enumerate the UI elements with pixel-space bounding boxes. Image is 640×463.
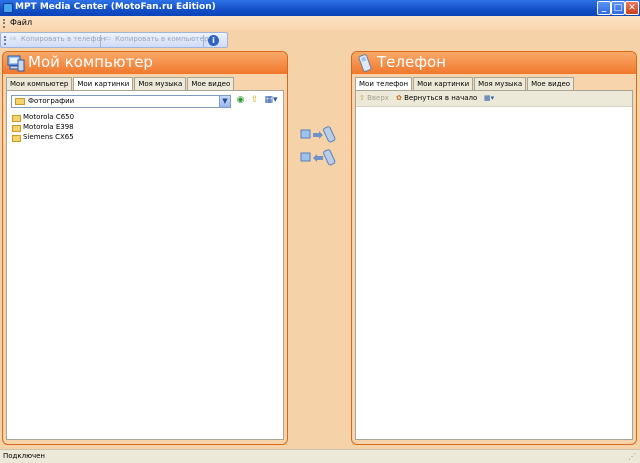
info-icon[interactable]: i [208, 35, 219, 46]
folder-icon [12, 135, 21, 142]
menu-grip-icon [3, 19, 5, 28]
path-value: Фотографии [28, 97, 75, 105]
computer-file-browser: Фотографии ▼ ◉ ⇧ ▦▾ Motorola C650 Motoro… [6, 90, 284, 440]
tab-my-pictures[interactable]: Мои картинки [73, 77, 134, 91]
toolbar-grip-icon [4, 36, 6, 45]
minimize-button[interactable]: _ [597, 1, 611, 15]
tab-my-computer[interactable]: Мои компьютер [6, 77, 73, 90]
return-home-button[interactable]: ✿ Вернуться в начало [396, 94, 477, 102]
status-bar: Подключен ⋰ [0, 449, 640, 463]
computer-icon [7, 55, 25, 72]
menu-bar: Файл [0, 16, 640, 30]
toolbar-divider [203, 35, 204, 47]
arrow-left-icon: ⇦ [104, 34, 111, 43]
view-mode-icon[interactable]: ▦▾ [484, 94, 494, 102]
up-label: Вверх [367, 94, 389, 102]
tab-my-music[interactable]: Моя музыка [134, 77, 187, 90]
computer-panel: Мой компьютер Мои компьютер Мои картинки… [2, 51, 288, 445]
transfer-to-phone-button[interactable] [300, 126, 338, 144]
transfer-to-computer-button[interactable] [300, 149, 338, 167]
phone-panel-header: Телефон [352, 52, 636, 74]
menu-file[interactable]: Файл [10, 18, 32, 27]
phone-panel-title: Телефон [377, 53, 447, 71]
arrow-right-icon: ⇨ [10, 34, 17, 43]
copy-to-computer-button[interactable]: ⇦ Копировать в компьютер [104, 35, 209, 46]
folder-name: Motorola C650 [23, 113, 75, 121]
view-mode-icon[interactable]: ▦▾ [263, 95, 279, 106]
title-bar: MPT Media Center (MotoFan.ru Edition) _ … [0, 0, 640, 16]
computer-panel-header: Мой компьютер [3, 52, 287, 74]
main-toolbar: ⇨ Копировать в телефон ⇦ Копировать в комп… [0, 32, 228, 48]
path-select[interactable]: Фотографии ▼ [11, 95, 231, 108]
status-text: Подключен [3, 452, 45, 460]
folder-name: Motorola E398 [23, 123, 74, 131]
computer-tabs: Мои компьютер Мои картинки Моя музыка Мо… [6, 77, 235, 91]
app-icon [3, 3, 13, 13]
up-folder-icon[interactable]: ⇧ [249, 95, 260, 106]
folder-icon [15, 98, 25, 105]
tab-my-phone[interactable]: Мои телефон [355, 77, 413, 91]
tab-my-video[interactable]: Мое видео [187, 77, 235, 90]
phone-tabs: Мои телефон Мои картинки Моя музыка Мое … [355, 77, 575, 91]
maximize-button[interactable]: □ [611, 1, 625, 15]
up-arrow-icon: ⇧ [359, 94, 365, 102]
home-icon: ✿ [396, 94, 402, 102]
phone-panel: Телефон Мои телефон Мои картинки Моя муз… [351, 51, 637, 445]
toolbar-divider [100, 35, 101, 47]
chevron-down-icon[interactable]: ▼ [219, 96, 230, 107]
phone-toolbar: ⇧ Вверх ✿ Вернуться в начало ▦▾ [356, 91, 632, 107]
return-home-label: Вернуться в начало [404, 94, 478, 102]
tab-my-music[interactable]: Моя музыка [474, 77, 527, 90]
copy-to-phone-button[interactable]: ⇨ Копировать в телефон [10, 35, 105, 46]
folder-name: Siemens CX65 [23, 133, 74, 141]
phone-icon [358, 54, 372, 72]
copy-to-computer-label: Копировать в компьютер [115, 35, 209, 43]
close-button[interactable]: ✕ [625, 1, 639, 15]
back-icon[interactable]: ◉ [235, 95, 246, 106]
computer-panel-title: Мой компьютер [28, 53, 153, 71]
resize-grip-icon[interactable]: ⋰ [628, 452, 638, 462]
tab-my-video[interactable]: Мое видео [527, 77, 575, 90]
folder-icon [12, 125, 21, 132]
folder-icon [12, 115, 21, 122]
tab-my-pictures[interactable]: Мои картинки [413, 77, 474, 90]
up-button[interactable]: ⇧ Вверх [359, 94, 389, 102]
copy-to-phone-label: Копировать в телефон [21, 35, 106, 43]
window-title: MPT Media Center (MotoFan.ru Edition) [15, 2, 216, 12]
phone-file-browser: ⇧ Вверх ✿ Вернуться в начало ▦▾ [355, 90, 633, 440]
